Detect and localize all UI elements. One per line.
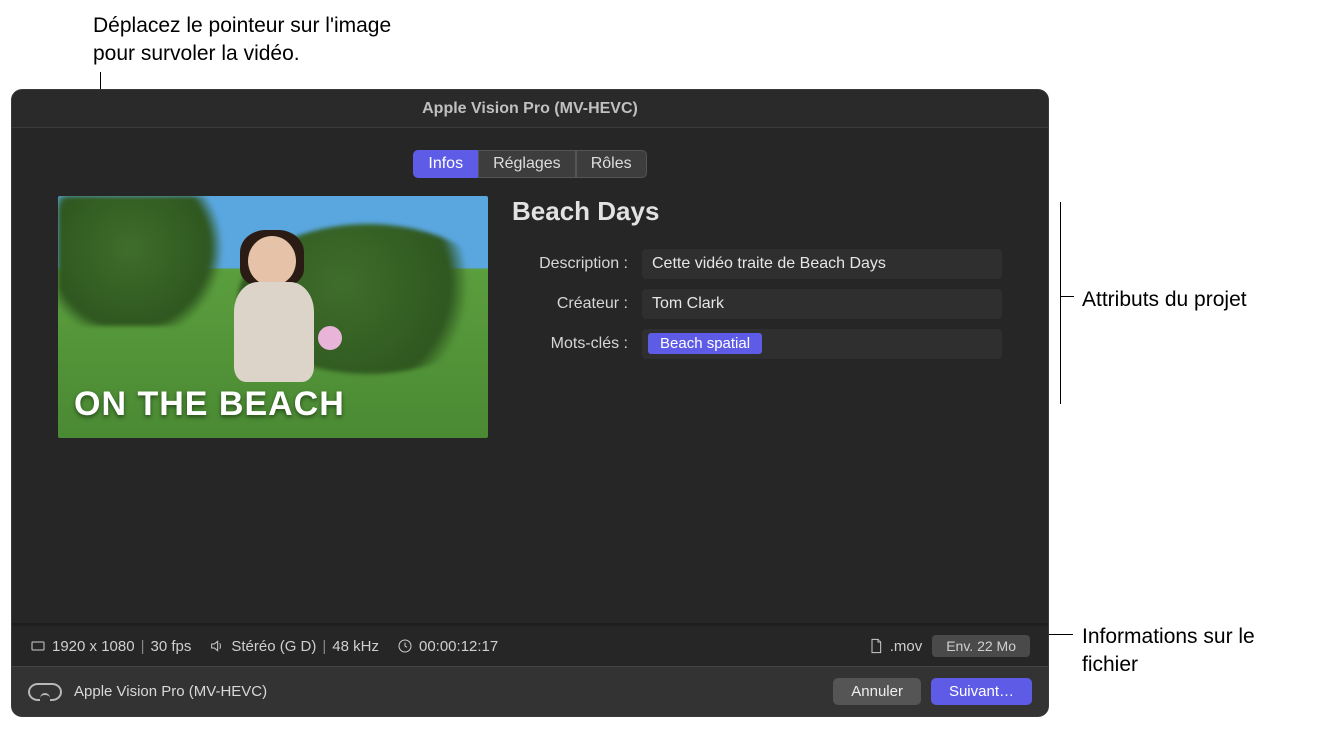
cancel-button[interactable]: Annuler [833,678,921,705]
thumbnail-overlay-text: ON THE BEACH [74,385,345,424]
footer-preset-label: Apple Vision Pro (MV-HEVC) [74,683,267,700]
callout-attributes: Attributs du projet [1082,286,1312,314]
label-keywords: Mots-clés : [512,335,642,353]
thumbnail-decor [318,326,342,350]
tab-settings[interactable]: Réglages [478,150,576,178]
video-thumbnail[interactable]: ON THE BEACH [58,196,488,438]
callout-hover-hint: Déplacez le pointeur sur l'image pour su… [93,12,433,69]
next-button[interactable]: Suivant… [931,678,1032,705]
status-extension: .mov [890,638,923,655]
export-window: Apple Vision Pro (MV-HEVC) Infos Réglage… [12,90,1048,716]
status-bar: 1920 x 1080 | 30 fps Stéréo (G D) | 48 k… [12,626,1048,666]
attr-row-description: Description : Cette vidéo traite de Beac… [512,249,1002,279]
window-title: Apple Vision Pro (MV-HEVC) [12,90,1048,128]
tabs: Infos Réglages Rôles [28,150,1032,178]
status-duration: 00:00:12:17 [419,638,498,655]
status-sample-rate: 48 kHz [332,638,379,655]
project-title: Beach Days [512,196,1002,227]
clock-icon [397,638,413,654]
content-area: Infos Réglages Rôles ON THE BEACH Beach … [12,128,1048,623]
attr-row-creator: Créateur : Tom Clark [512,289,1002,319]
callout-line [1060,296,1074,297]
vision-pro-icon [28,683,62,701]
label-creator: Créateur : [512,295,642,313]
callout-line [1060,202,1061,404]
status-audio: Stéréo (G D) [231,638,316,655]
status-fps: 30 fps [150,638,191,655]
speaker-icon [209,638,225,654]
keyword-token[interactable]: Beach spatial [648,333,762,354]
input-keywords[interactable]: Beach spatial [642,329,1002,359]
callout-file-info: Informations sur le fichier [1082,623,1312,680]
label-description: Description : [512,255,642,273]
file-icon [868,638,884,654]
tab-info[interactable]: Infos [413,150,478,178]
project-attributes: Beach Days Description : Cette vidéo tra… [512,196,1002,438]
resolution-icon [30,638,46,654]
status-resolution: 1920 x 1080 [52,638,135,655]
attr-row-keywords: Mots-clés : Beach spatial [512,329,1002,359]
input-creator[interactable]: Tom Clark [642,289,1002,319]
footer-bar: Apple Vision Pro (MV-HEVC) Annuler Suiva… [12,666,1048,716]
status-filesize: Env. 22 Mo [932,635,1030,657]
separator: | [322,638,326,655]
input-description[interactable]: Cette vidéo traite de Beach Days [642,249,1002,279]
tab-roles[interactable]: Rôles [576,150,647,178]
separator: | [141,638,145,655]
